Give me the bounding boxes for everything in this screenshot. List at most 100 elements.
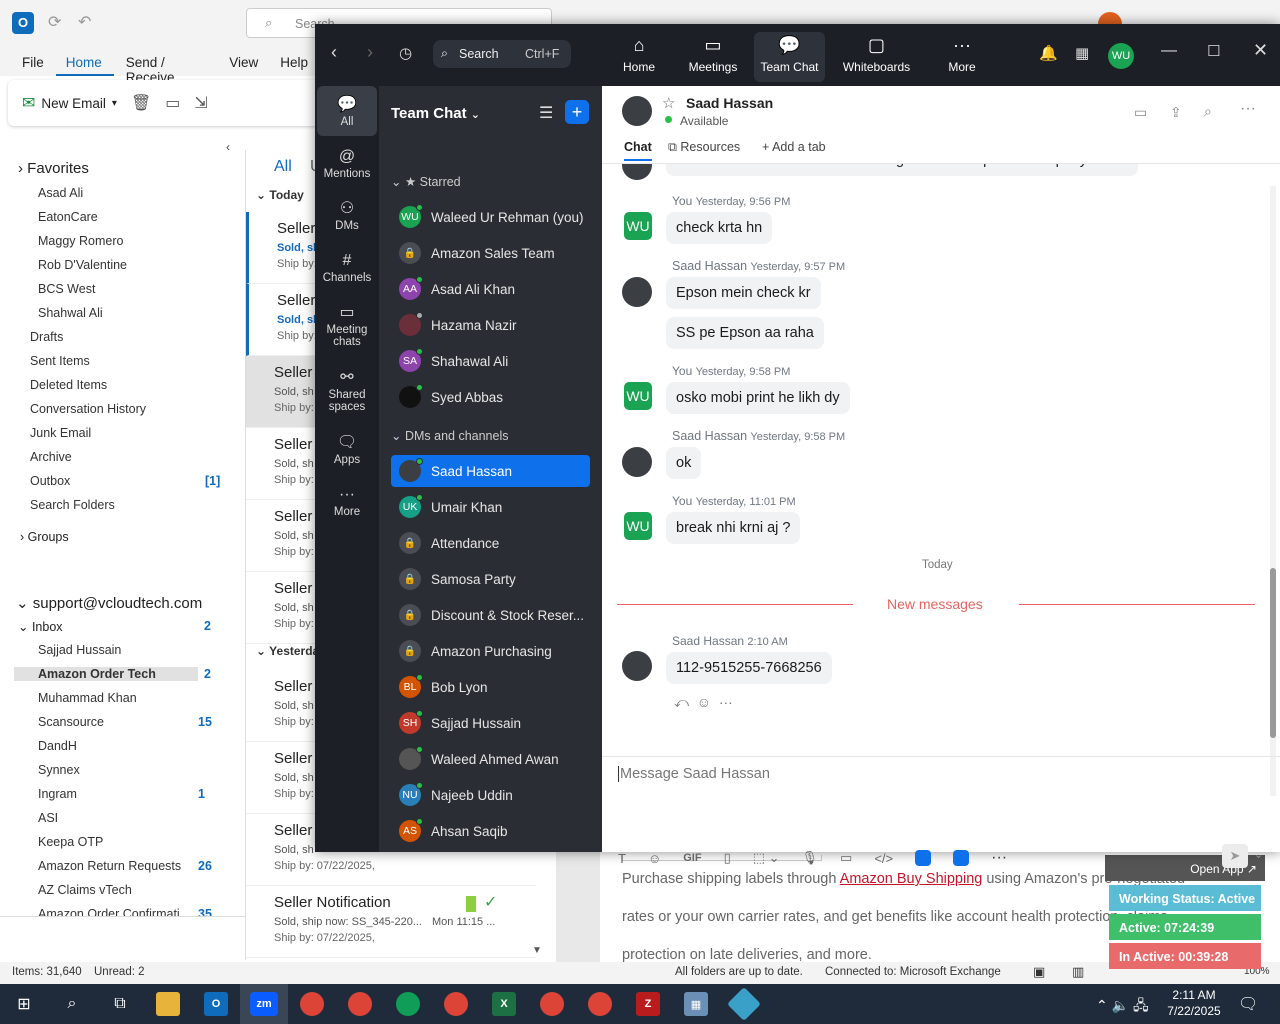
gif-button[interactable]: GIF: [683, 852, 701, 864]
chrome-icon-4[interactable]: [432, 984, 480, 1024]
rail-shared-spaces[interactable]: ⚯ Shared spaces: [317, 367, 377, 413]
zoom-search[interactable]: ⌕ Search Ctrl+F: [433, 40, 571, 68]
move-icon[interactable]: ⇲: [194, 93, 207, 113]
tab-all[interactable]: All: [274, 158, 292, 176]
chevron-down-icon[interactable]: ▾: [112, 98, 117, 109]
maximize-icon[interactable]: ☐: [1207, 42, 1220, 60]
emoji-reaction-icon[interactable]: ☺: [697, 694, 711, 710]
menu-send-receive[interactable]: Send / Receive: [114, 46, 219, 85]
starred-header[interactable]: ⌄ ★ Starred: [391, 174, 461, 189]
message-bubble[interactable]: ok: [666, 447, 702, 479]
chat-item[interactable]: Syed Abbas: [391, 381, 590, 413]
favorites-header[interactable]: › Favorites: [18, 160, 89, 177]
chrome-icon-2[interactable]: [336, 984, 384, 1024]
inbox-subfolder[interactable]: AZ Claims vTech: [38, 883, 222, 897]
filezilla-icon[interactable]: Z: [624, 984, 672, 1024]
chat-item[interactable]: 🔒 Discount & Stock Reser...: [391, 599, 590, 631]
start-icon[interactable]: ⊞: [0, 984, 48, 1024]
chat-item[interactable]: NU Najeeb Uddin: [391, 779, 590, 811]
app-icon-2[interactable]: [953, 850, 970, 866]
rail-apps[interactable]: 🗨 Apps: [317, 432, 377, 466]
reply-icon[interactable]: ⤺: [674, 694, 689, 710]
chat-item[interactable]: 🔒 Amazon Purchasing: [391, 635, 590, 667]
tray-icons[interactable]: ⌃ 🔈 🖧: [1096, 995, 1149, 1019]
chrome-icon-6[interactable]: [576, 984, 624, 1024]
screenshot-icon[interactable]: ⬚ ⌄: [753, 850, 780, 866]
new-chat-button[interactable]: +: [565, 100, 589, 124]
video-call-icon[interactable]: ▭: [1134, 104, 1147, 121]
message-bubble[interactable]: Epson mein check kr: [666, 277, 821, 309]
send-options-icon[interactable]: ⌄: [1254, 848, 1263, 861]
folder-item[interactable]: Deleted Items: [30, 378, 107, 392]
more-icon[interactable]: ···: [1240, 100, 1256, 118]
account-header[interactable]: ⌄ support@vcloudtech.com: [16, 594, 202, 612]
folder-item[interactable]: Drafts: [30, 330, 63, 344]
normal-view-icon[interactable]: ▣: [1033, 964, 1045, 980]
history-icon[interactable]: ◷: [399, 44, 412, 62]
notifications-icon[interactable]: 🗨: [1238, 994, 1258, 1014]
folder-item[interactable]: EatonCare: [38, 210, 98, 224]
emoji-icon[interactable]: ☺: [648, 851, 661, 866]
folder-item[interactable]: BCS West: [38, 282, 95, 296]
scrollbar-track[interactable]: [1270, 186, 1276, 796]
app-icon[interactable]: [720, 984, 768, 1024]
chat-item[interactable]: Hazama Nazir: [391, 309, 590, 341]
minimize-icon[interactable]: —: [1161, 42, 1177, 60]
code-icon[interactable]: </>: [874, 851, 893, 866]
more-icon[interactable]: ···: [991, 849, 1007, 867]
more-icon[interactable]: ···: [719, 694, 733, 710]
folder-item[interactable]: Search Folders: [30, 498, 115, 512]
search-icon[interactable]: ⌕: [1204, 103, 1212, 120]
chat-item[interactable]: 🔒 Samosa Party: [391, 563, 590, 595]
new-msg-bubble[interactable]: 112-9515255-7668256: [666, 652, 832, 684]
folder-item[interactable]: Outbox [1]: [30, 474, 220, 488]
delete-icon[interactable]: 🗑: [131, 93, 151, 113]
message-bubble[interactable]: break nhi krni aj ?: [666, 512, 801, 544]
add-tab-button[interactable]: + Add a tab: [762, 140, 826, 154]
rail-more[interactable]: ··· More: [317, 484, 377, 518]
folder-item[interactable]: Archive: [30, 450, 72, 464]
amazon-buy-shipping-link[interactable]: Amazon Buy Shipping: [840, 871, 983, 887]
folder-item[interactable]: Junk Email: [30, 426, 91, 440]
folder-item[interactable]: Asad Ali: [38, 186, 83, 200]
message-input[interactable]: Message Saad Hassan: [618, 766, 770, 782]
chat-item[interactable]: SA Shahawal Ali: [391, 345, 590, 377]
file-icon[interactable]: ▯: [724, 850, 731, 866]
calculator-icon[interactable]: ▦: [672, 984, 720, 1024]
message-bubble[interactable]: check krta hn: [666, 212, 773, 244]
group-today[interactable]: ⌄ Today: [256, 188, 304, 202]
bell-icon[interactable]: 🔔: [1039, 44, 1058, 62]
message-bubble[interactable]: osko mobi print he likh dy: [666, 382, 850, 414]
rail-all[interactable]: 💬 All: [317, 86, 377, 136]
inbox-subfolder[interactable]: ASI: [38, 811, 222, 825]
nav-more[interactable]: ··· More: [927, 32, 997, 82]
file-explorer-icon[interactable]: [144, 984, 192, 1024]
chat-item[interactable]: AA Asad Ali Khan: [391, 273, 590, 305]
inbox-subfolder[interactable]: Ingram 1: [38, 787, 222, 801]
groups-header[interactable]: › Groups: [20, 530, 69, 544]
chat-item[interactable]: SH Sajjad Hussain: [391, 707, 590, 739]
chat-item[interactable]: 🔒 Attendance: [391, 527, 590, 559]
folder-item[interactable]: Sent Items: [30, 354, 90, 368]
inbox-subfolder[interactable]: Scansource 15: [38, 715, 222, 729]
send-button[interactable]: ➤: [1222, 844, 1248, 868]
dms-header[interactable]: ⌄ DMs and channels: [391, 428, 508, 443]
new-email-button[interactable]: New Email: [41, 96, 106, 111]
inbox-subfolder[interactable]: Amazon Return Requests 26: [38, 859, 222, 873]
chat-item[interactable]: WU Waleed Ur Rehman (you): [391, 201, 590, 233]
scroll-down-icon[interactable]: ▼: [532, 945, 542, 956]
excel-icon[interactable]: X: [480, 984, 528, 1024]
mic-icon[interactable]: 🎙: [802, 850, 819, 866]
inbox-subfolder[interactable]: Synnex: [38, 763, 222, 777]
search-icon[interactable]: ⌕: [48, 984, 96, 1024]
chat-item[interactable]: UK Umair Khan: [391, 491, 590, 523]
check-icon[interactable]: ✓: [484, 892, 497, 912]
inbox-subfolder[interactable]: DandH: [38, 739, 222, 753]
forward-icon[interactable]: ›: [367, 42, 373, 63]
share-icon[interactable]: ⇪: [1170, 104, 1182, 121]
chat-item[interactable]: BL Bob Lyon: [391, 671, 590, 703]
calendar-icon[interactable]: ▦: [1075, 44, 1089, 62]
reading-view-icon[interactable]: ▥: [1072, 964, 1084, 980]
contact-name[interactable]: Saad Hassan: [686, 95, 773, 111]
chrome-icon-1[interactable]: [288, 984, 336, 1024]
